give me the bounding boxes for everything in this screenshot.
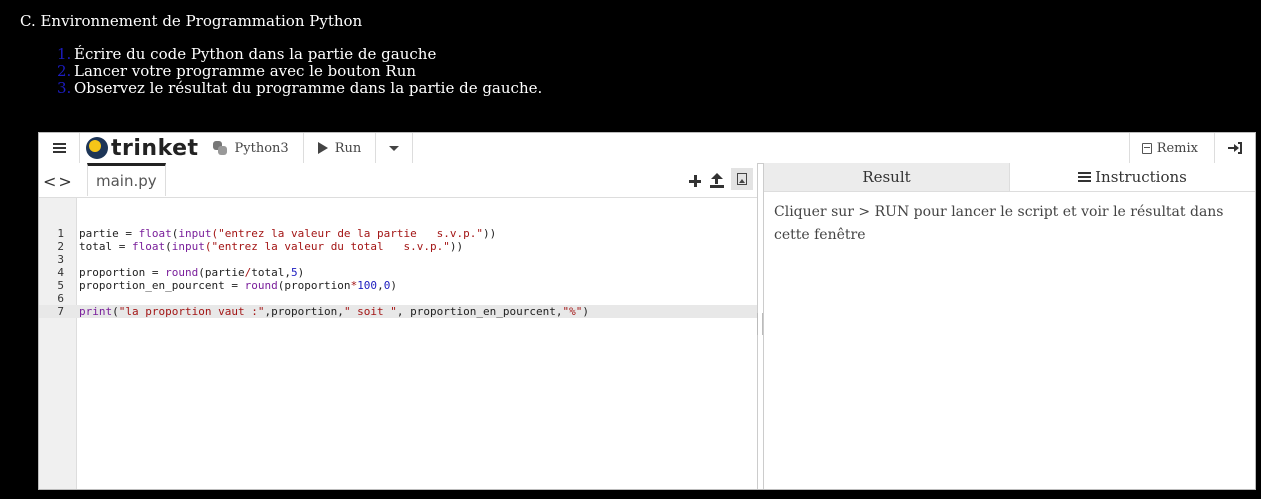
code-line[interactable]: 6 (39, 292, 757, 305)
line-number: 2 (57, 240, 64, 253)
step-text: Observez le résultat du programme dans l… (74, 79, 543, 97)
code-text: total = float(input("entrez la valeur du… (79, 240, 464, 253)
login-button[interactable] (1215, 133, 1255, 163)
step-text: Écrire du code Python dans la partie de … (74, 45, 437, 63)
code-editor[interactable]: 1 partie = float(input("entrez la valeur … (39, 198, 757, 489)
code-text: print("la proportion vaut :",proportion,… (79, 305, 589, 318)
line-number: 6 (57, 292, 64, 305)
output-pane: Result Instructions Cliquer sur > RUN po… (763, 163, 1255, 489)
line-number: 4 (57, 266, 64, 279)
run-options-dropdown[interactable] (376, 133, 414, 163)
line-number: 1 (57, 227, 64, 240)
file-tab-main-py[interactable]: main.py (87, 163, 166, 196)
hamburger-icon (52, 143, 66, 153)
tab-instructions[interactable]: Instructions (1010, 163, 1255, 191)
page-heading: C. Environnement de Programmation Python (20, 12, 363, 30)
play-icon (317, 142, 328, 154)
language-label: Python3 (234, 140, 289, 156)
code-text: proportion_en_pourcent = round(proportio… (79, 279, 397, 292)
chevron-down-icon (389, 145, 400, 151)
sign-in-icon (1228, 142, 1242, 154)
python-icon (212, 141, 227, 155)
steps-list: 1. Écrire du code Python dans la partie d… (57, 45, 543, 97)
remix-label: Remix (1156, 140, 1198, 156)
step-item: 3. Observez le résultat du programme dans… (57, 79, 543, 97)
file-tabs-bar: <> main.py (39, 163, 757, 198)
menu-button[interactable] (39, 133, 80, 163)
image-library-icon[interactable] (731, 168, 753, 190)
tab-result[interactable]: Result (764, 163, 1010, 191)
step-number: 2. (57, 62, 72, 80)
line-number: 3 (57, 253, 64, 266)
tab-instructions-label: Instructions (1095, 168, 1187, 186)
output-tabs: Result Instructions (764, 163, 1255, 192)
step-number: 3. (57, 79, 72, 97)
add-file-icon[interactable] (687, 173, 703, 189)
file-tools (687, 168, 753, 190)
trinket-logo[interactable]: trinket (80, 133, 207, 163)
code-line[interactable]: 4 proportion = round(partie/total,5) (39, 266, 757, 279)
trinket-logo-icon (86, 137, 108, 159)
toolbar: trinket Python3 Run Remix (39, 133, 1255, 164)
logo-text: trinket (111, 135, 199, 161)
upload-icon[interactable] (709, 172, 725, 189)
code-text: proportion = round(partie/total,5) (79, 266, 305, 279)
code-line[interactable]: 2 total = float(input("entrez la valeur d… (39, 240, 757, 253)
language-indicator: Python3 (207, 133, 304, 163)
code-nav-arrows-icon[interactable]: <> (43, 172, 74, 191)
code-line[interactable]: 7 print("la proportion vaut :",proportion… (39, 305, 757, 318)
save-icon (1141, 142, 1152, 154)
editor-pane: <> main.py 1 partie = float(input("entrez… (39, 163, 763, 489)
code-text: partie = float(input("entrez la valeur d… (79, 227, 497, 240)
step-number: 1. (57, 45, 72, 63)
code-line[interactable]: 1 partie = float(input("entrez la valeur … (39, 227, 757, 240)
code-lines: 1 partie = float(input("entrez la valeur … (39, 227, 757, 318)
step-item: 1. Écrire du code Python dans la partie d… (57, 45, 542, 63)
line-number: 5 (57, 279, 64, 292)
run-label: Run (334, 140, 362, 156)
code-line[interactable]: 3 (39, 253, 757, 266)
instructions-text: Cliquer sur > RUN pour lancer le script … (774, 204, 1224, 243)
line-number: 7 (57, 305, 64, 318)
step-item: 2. Lancer votre programme avec le bouton … (57, 62, 542, 80)
run-button[interactable]: Run (304, 133, 377, 163)
trinket-embed: trinket Python3 Run Remix <> main.py 1 p… (38, 132, 1256, 490)
code-line[interactable]: 5 proportion_en_pourcent = round(proporti… (39, 279, 757, 292)
remix-button[interactable]: Remix (1128, 133, 1215, 163)
list-icon (1078, 171, 1092, 183)
step-text: Lancer votre programme avec le bouton Ru… (74, 62, 417, 80)
